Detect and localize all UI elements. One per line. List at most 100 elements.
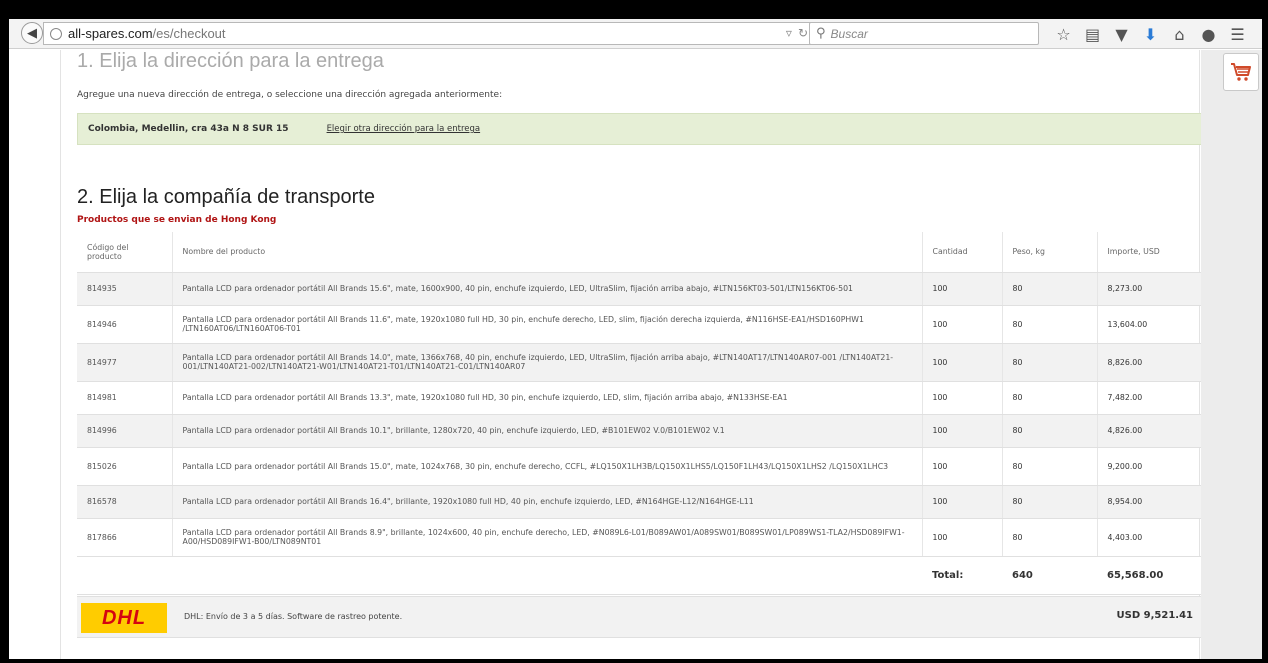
table-header-row: Código del producto Nombre del producto … [77,232,1203,273]
cell-amount: 8,273.00 [1097,272,1203,306]
url-tools: ▿ ↻ [786,26,808,40]
cell-qty: 100 [922,381,1003,415]
table-row: 815026 Pantalla LCD para ordenador portá… [77,447,1203,486]
selected-address: Colombia, Medellin, cra 43a N 8 SUR 15 [88,124,289,134]
step1-title: 1. Elija la dirección para la entrega [77,50,384,72]
search-icon: ⚲ [816,26,826,41]
cell-code: 814977 [77,343,173,382]
table-row: 814977 Pantalla LCD para ordenador portá… [77,343,1203,382]
cell-weight: 80 [1002,447,1098,486]
total-row: Total: 640 65,568.00 [77,556,1203,595]
cell-code: 815026 [77,447,173,486]
cell-code: 814981 [77,381,173,415]
cell-amount: 8,826.00 [1097,343,1203,382]
cell-code: 816578 [77,485,173,519]
cell-qty: 100 [922,485,1003,519]
cell-name: Pantalla LCD para ordenador portátil All… [172,518,923,557]
total-label: Total: [922,556,1002,595]
pocket-icon[interactable]: ▼ [1107,24,1136,44]
dhl-logo-text: DHL [101,606,147,629]
cell-amount: 13,604.00 [1097,305,1203,344]
cell-code: 817866 [77,518,173,557]
cell-name: Pantalla LCD para ordenador portátil All… [172,485,923,519]
cell-qty: 100 [922,447,1003,486]
cell-qty: 100 [922,343,1003,382]
cell-weight: 80 [1002,381,1098,415]
reload-icon[interactable]: ↻ [798,26,808,40]
page-gutter [1201,50,1262,659]
url-text: all-spares.com/es/checkout [68,26,226,41]
cell-weight: 80 [1002,485,1098,519]
globe-icon [50,27,62,40]
cell-code: 814935 [77,272,173,306]
cell-name: Pantalla LCD para ordenador portátil All… [172,414,923,448]
shipping-description: DHL: Envío de 3 a 5 días. Software de ra… [184,612,403,621]
checkout-page: 1. Elija la dirección para la entrega Ag… [60,50,1203,659]
cell-name: Pantalla LCD para ordenador portátil All… [172,305,923,344]
browser-window: ◀ all-spares.com/es/checkout ▿ ↻ ⚲ Busca… [9,19,1262,659]
cell-qty: 100 [922,414,1003,448]
cell-name: Pantalla LCD para ordenador portátil All… [172,381,923,415]
table-row: 814996 Pantalla LCD para ordenador portá… [77,414,1203,448]
header-weight: Peso, kg [1002,232,1098,273]
cell-qty: 100 [922,305,1003,344]
cell-code: 814996 [77,414,173,448]
table-row: 814946 Pantalla LCD para ordenador portá… [77,305,1203,344]
cell-weight: 80 [1002,343,1098,382]
cell-qty: 100 [922,272,1003,306]
cell-name: Pantalla LCD para ordenador portátil All… [172,447,923,486]
header-qty: Cantidad [922,232,1003,273]
arrow-left-icon: ◀ [27,25,37,41]
step2-title: 2. Elija la compañía de transporte [77,186,375,208]
cell-qty: 100 [922,518,1003,557]
cart-button[interactable] [1223,53,1259,91]
total-spacer [77,556,172,595]
table-row: 814935 Pantalla LCD para ordenador portá… [77,272,1203,306]
shipping-price: USD 9,521.41 [1116,610,1193,621]
cell-weight: 80 [1002,305,1098,344]
cell-amount: 8,954.00 [1097,485,1203,519]
url-path: /es/checkout [152,26,226,41]
table-row: 814981 Pantalla LCD para ordenador portá… [77,381,1203,415]
shipping-option-dhl[interactable]: DHL DHL: Envío de 3 a 5 días. Software d… [77,596,1203,638]
toolbar-icons: ☆ ▤ ▼ ⬇ ⌂ ● ☰ [1049,24,1252,44]
total-amount: 65,568.00 [1097,556,1203,595]
total-qty: 640 [1002,556,1097,595]
download-icon[interactable]: ⬇ [1136,24,1165,44]
home-icon[interactable]: ⌂ [1165,24,1194,44]
cell-amount: 4,403.00 [1097,518,1203,557]
cell-amount: 7,482.00 [1097,381,1203,415]
products-table: Código del producto Nombre del producto … [77,232,1203,595]
back-button[interactable]: ◀ [21,22,43,44]
cell-weight: 80 [1002,518,1098,557]
table-row: 817866 Pantalla LCD para ordenador portá… [77,518,1203,557]
dhl-logo: DHL [81,603,167,633]
header-amount: Importe, USD [1097,232,1203,273]
cell-weight: 80 [1002,272,1098,306]
chat-icon[interactable]: ● [1194,24,1223,44]
browser-toolbar: ◀ all-spares.com/es/checkout ▿ ↻ ⚲ Busca… [9,19,1262,49]
table-row: 816578 Pantalla LCD para ordenador portá… [77,485,1203,519]
url-host: all-spares.com [68,26,153,41]
search-bar[interactable]: ⚲ Buscar [809,22,1039,45]
change-address-link[interactable]: Elegir otra dirección para la entrega [327,124,481,134]
cell-amount: 9,200.00 [1097,447,1203,486]
total-spacer [172,556,922,595]
cell-name: Pantalla LCD para ordenador portátil All… [172,272,923,306]
address-bar[interactable]: all-spares.com/es/checkout ▿ ↻ [43,22,813,45]
step1-intro: Agregue una nueva dirección de entrega, … [77,90,503,100]
shopping-cart-icon [1231,63,1251,81]
cell-weight: 80 [1002,414,1098,448]
menu-icon[interactable]: ☰ [1223,24,1252,44]
origin-label: Productos que se envian de Hong Kong [77,215,277,225]
cell-amount: 4,826.00 [1097,414,1203,448]
selected-address-box: Colombia, Medellin, cra 43a N 8 SUR 15 E… [77,113,1203,145]
header-name: Nombre del producto [172,232,923,273]
dropdown-icon[interactable]: ▿ [786,26,792,40]
bookmark-star-icon[interactable]: ☆ [1049,24,1078,44]
cell-name: Pantalla LCD para ordenador portátil All… [172,343,923,382]
cell-code: 814946 [77,305,173,344]
bookmarks-list-icon[interactable]: ▤ [1078,24,1107,44]
header-code: Código del producto [77,232,173,273]
search-placeholder: Buscar [830,26,868,41]
